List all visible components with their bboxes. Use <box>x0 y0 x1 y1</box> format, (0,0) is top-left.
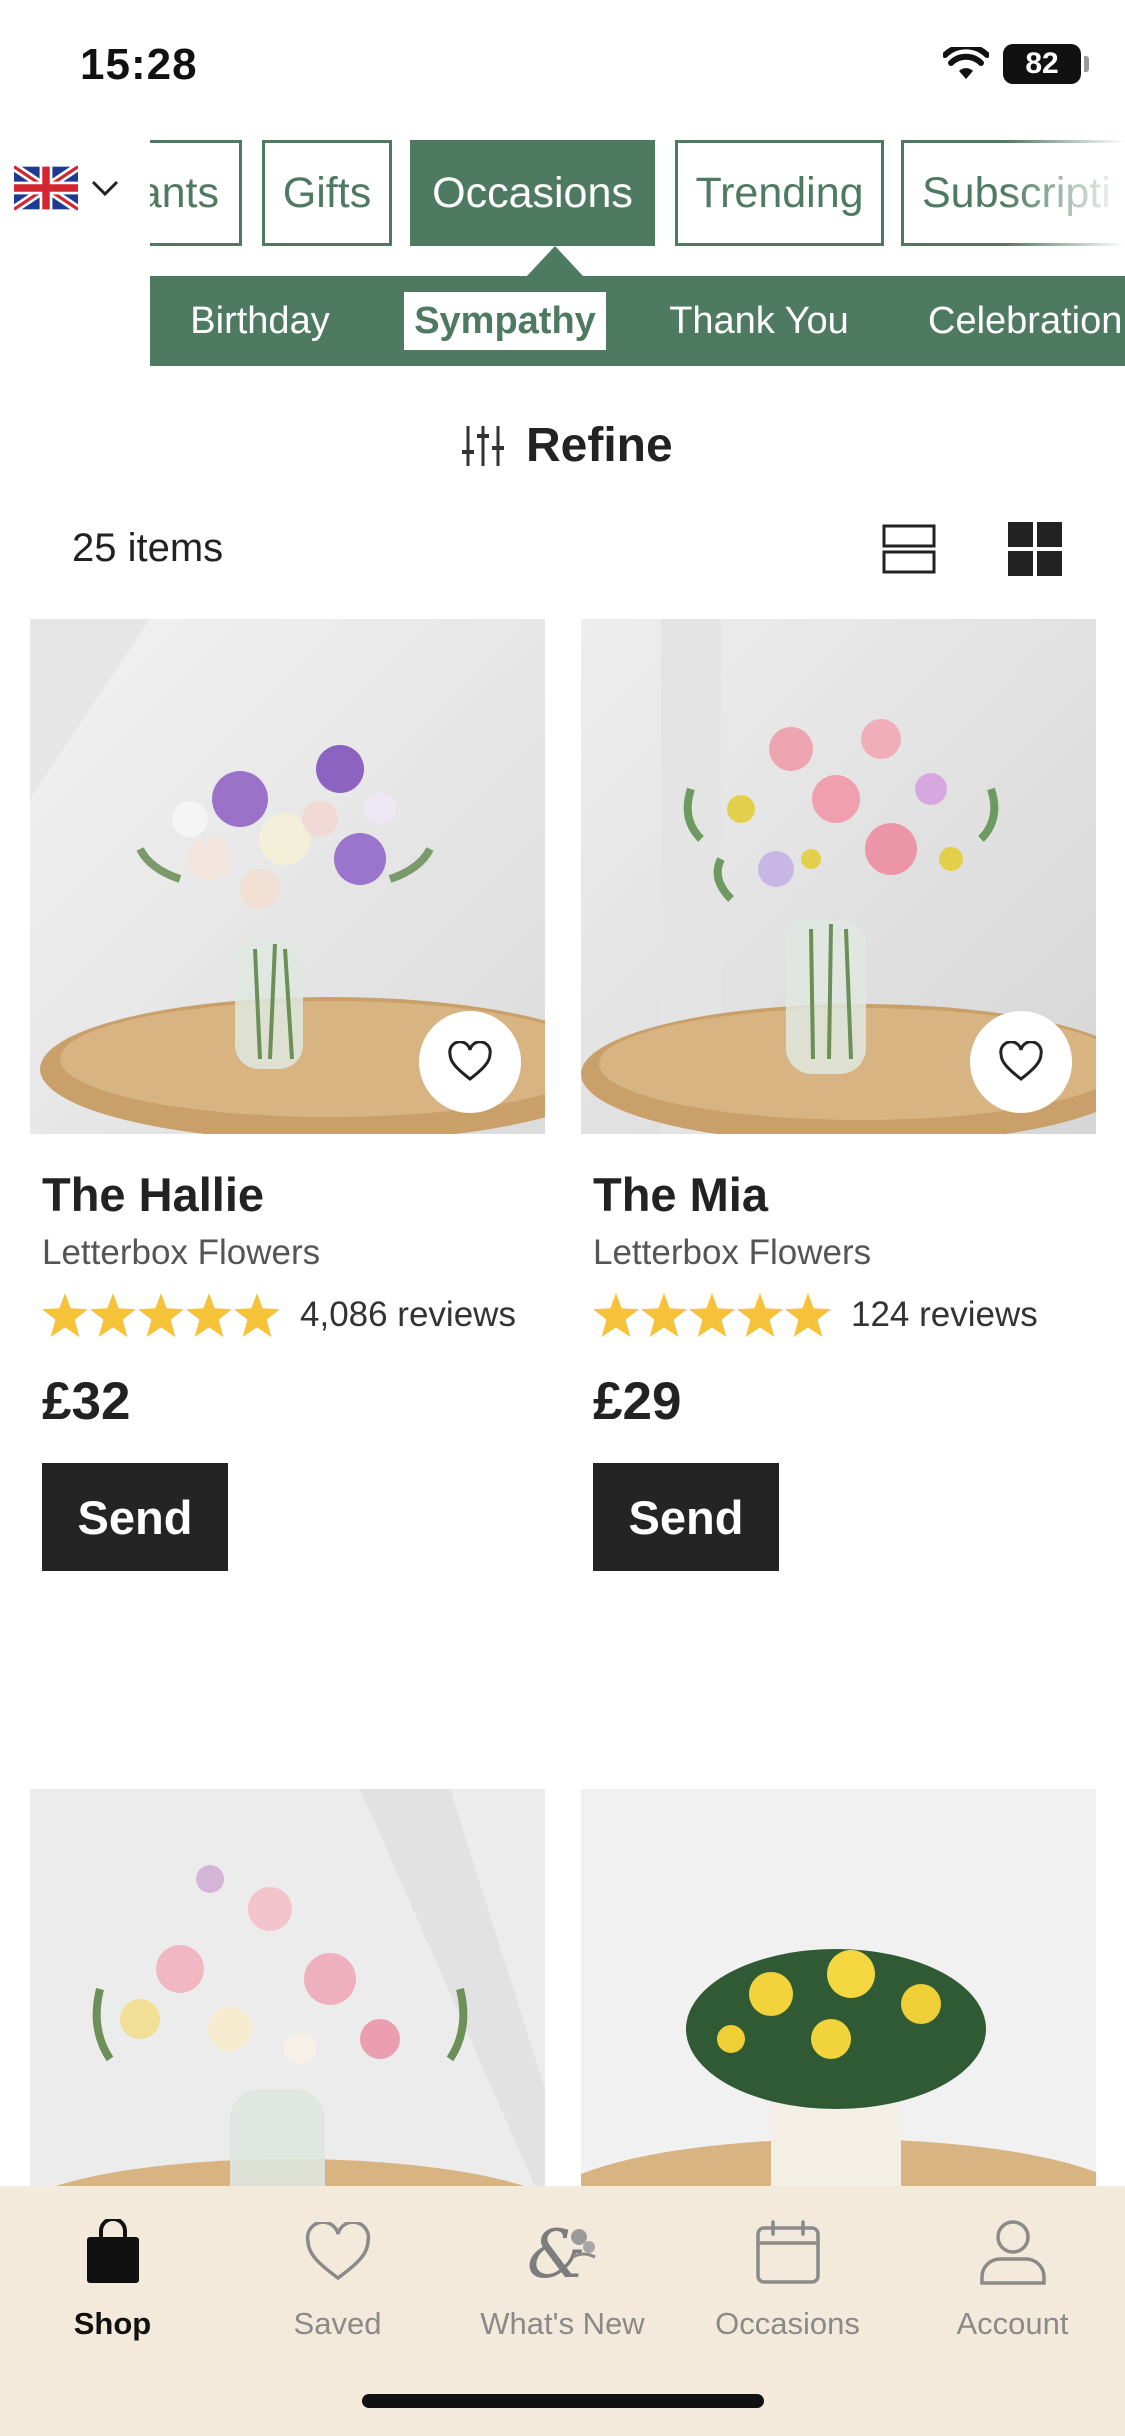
calendar-icon <box>755 2220 820 2284</box>
tab-label: Shop <box>73 2306 152 2341</box>
active-tab-pointer <box>527 246 583 276</box>
product-image[interactable] <box>581 619 1096 1134</box>
tab-occasions[interactable]: Occasions <box>675 2212 900 2342</box>
product-brand: Letterbox Flowers <box>42 1233 321 1272</box>
subtab-birthday[interactable]: Birthday <box>180 292 340 350</box>
send-button[interactable]: Send <box>42 1463 228 1571</box>
star-icon <box>593 1293 639 1337</box>
uk-flag-icon <box>14 164 78 212</box>
heart-icon <box>999 1041 1043 1081</box>
sliders-icon <box>462 425 504 466</box>
tab-label: Account <box>956 2306 1069 2341</box>
star-icon <box>234 1293 280 1337</box>
product-card[interactable] <box>30 1789 545 2186</box>
tab-shop[interactable]: Shop <box>0 2212 225 2342</box>
subtab-celebration[interactable]: Celebration <box>928 292 1125 350</box>
product-card[interactable]: The Hallie Letterbox Flowers 4,086 revie… <box>30 619 545 1579</box>
star-rating <box>593 1293 831 1337</box>
battery-indicator: 82 <box>1003 44 1089 84</box>
product-name[interactable]: The Mia <box>593 1167 768 1222</box>
star-icon <box>90 1293 136 1337</box>
star-rating <box>42 1293 280 1337</box>
star-icon <box>42 1293 88 1337</box>
product-image[interactable] <box>581 1789 1096 2186</box>
item-count: 25 items <box>72 526 224 570</box>
list-view-icon[interactable] <box>882 524 936 574</box>
product-image[interactable] <box>30 1789 545 2186</box>
person-icon <box>979 2220 1046 2285</box>
status-time: 15:28 <box>80 40 198 89</box>
shopping-bag-icon <box>86 2219 139 2283</box>
product-name[interactable]: The Hallie <box>42 1167 264 1222</box>
ampersand-flower-icon: & <box>527 2217 596 2287</box>
svg-text:&: & <box>527 2217 586 2287</box>
subtab-sympathy[interactable]: Sympathy <box>404 292 606 350</box>
review-count[interactable]: 124 reviews <box>851 1295 1038 1335</box>
product-price: £29 <box>593 1372 682 1431</box>
tab-occasions[interactable]: Occasions <box>410 140 655 246</box>
product-image[interactable] <box>30 619 545 1134</box>
favourite-button[interactable] <box>970 1011 1072 1113</box>
subtab-thank-you[interactable]: Thank You <box>666 292 852 350</box>
tab-label: Occasions <box>715 2306 860 2341</box>
product-brand: Letterbox Flowers <box>593 1233 872 1272</box>
chevron-down-icon <box>91 180 119 197</box>
tab-saved[interactable]: Saved <box>225 2212 450 2342</box>
heart-icon <box>448 1041 492 1081</box>
star-icon <box>785 1293 831 1337</box>
tab-whats-new[interactable]: & What's New <box>450 2212 675 2342</box>
grid-view-icon[interactable] <box>1008 522 1062 576</box>
subcategory-bar: Birthday Sympathy Thank You Celebration <box>150 276 1125 366</box>
status-bar: 15:28 82 <box>0 0 1125 130</box>
wifi-icon <box>943 47 989 79</box>
tab-gifts[interactable]: Gifts <box>262 140 392 246</box>
home-indicator[interactable] <box>362 2394 764 2408</box>
tab-plants[interactable]: ants <box>150 140 242 246</box>
send-button[interactable]: Send <box>593 1463 779 1571</box>
tab-label: What's New <box>480 2306 645 2341</box>
refine-label: Refine <box>526 419 673 472</box>
refine-button[interactable]: Refine <box>460 418 673 473</box>
heart-icon <box>305 2222 370 2281</box>
product-card[interactable] <box>581 1789 1096 2186</box>
star-icon <box>186 1293 232 1337</box>
star-icon <box>138 1293 184 1337</box>
category-tabs: ants Gifts Occasions Trending Subscripti <box>150 140 1125 246</box>
star-icon <box>737 1293 783 1337</box>
tab-trending[interactable]: Trending <box>675 140 884 246</box>
review-count[interactable]: 4,086 reviews <box>300 1295 516 1335</box>
star-icon <box>689 1293 735 1337</box>
status-icons: 82 <box>943 44 1089 84</box>
product-price: £32 <box>42 1372 131 1431</box>
locale-selector[interactable] <box>14 164 120 212</box>
star-icon <box>641 1293 687 1337</box>
tab-account[interactable]: Account <box>900 2212 1125 2342</box>
favourite-button[interactable] <box>419 1011 521 1113</box>
product-rating: 124 reviews <box>593 1293 1038 1337</box>
tab-label: Saved <box>293 2306 382 2341</box>
product-rating: 4,086 reviews <box>42 1293 516 1337</box>
tabs-fade <box>1005 140 1125 246</box>
product-card[interactable]: The Mia Letterbox Flowers 124 reviews £2… <box>581 619 1096 1579</box>
